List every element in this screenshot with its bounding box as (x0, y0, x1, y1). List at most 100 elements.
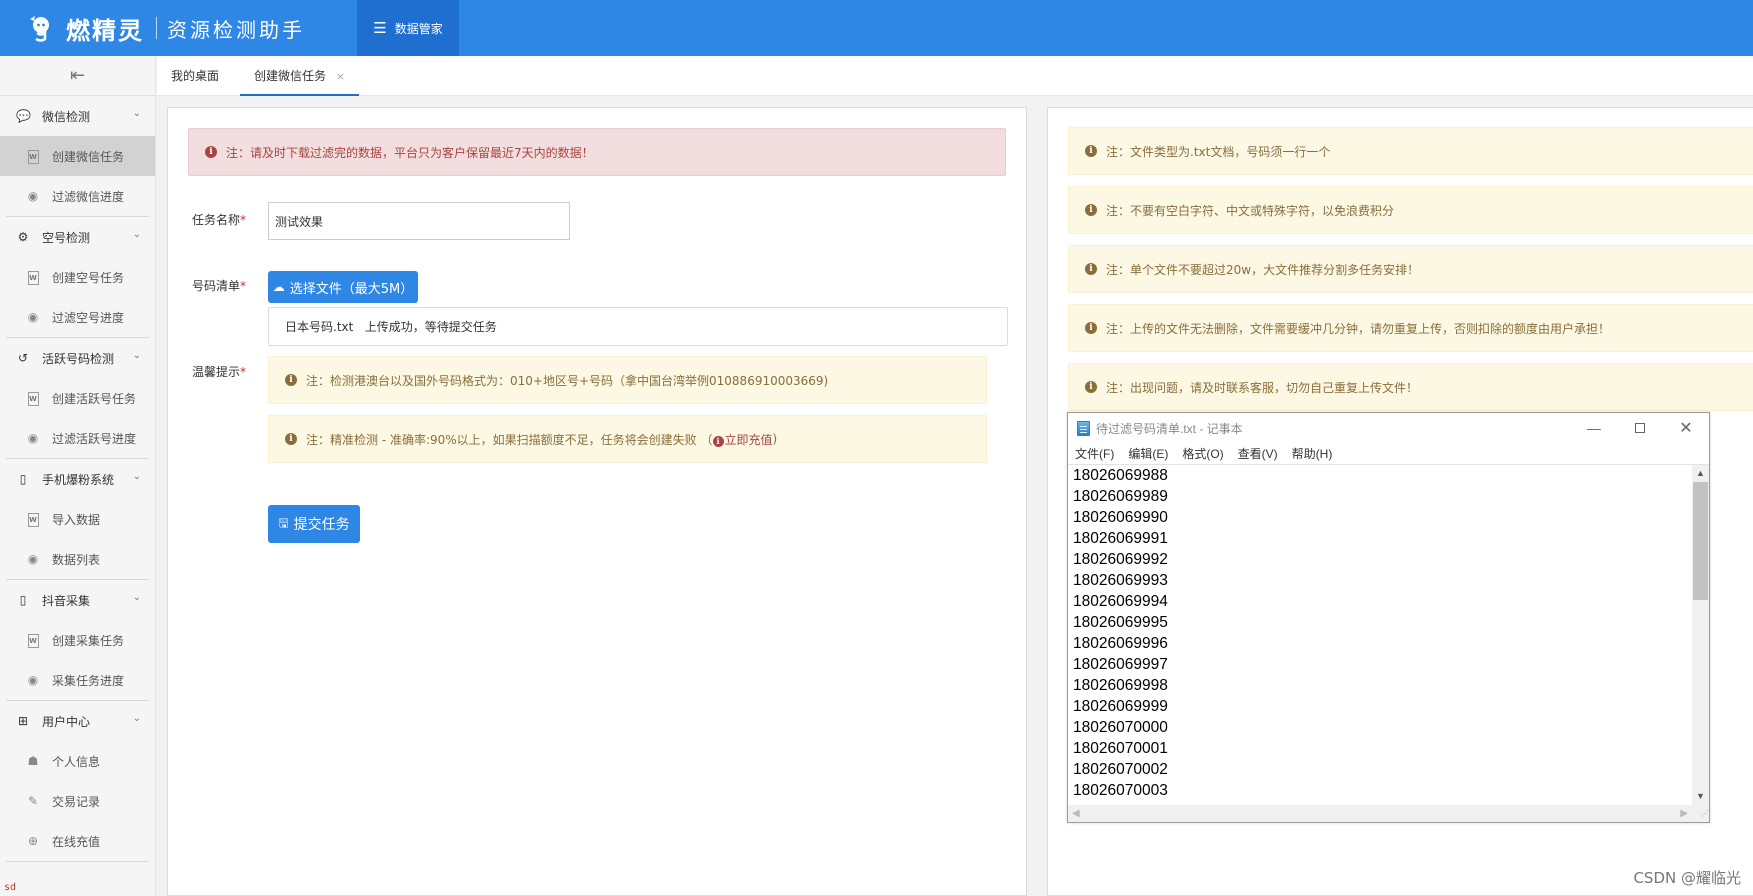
sidebar-item[interactable]: ◉ 过滤空号进度 (0, 297, 155, 337)
sidebar-group-header[interactable]: ▯ 手机爆粉系统 ⌄ (0, 459, 155, 499)
submit-task-button[interactable]: 🖫 提交任务 (268, 505, 360, 543)
tab-my-desktop[interactable]: 我的桌面 (171, 56, 219, 96)
scrollbar-thumb[interactable] (1693, 482, 1708, 600)
sidebar-group: ⊞ 用户中心 ⌄ ☗ 个人信息 ✎ 交易记录 ⊕ 在线充值 (6, 701, 149, 862)
scroll-down-icon[interactable]: ▼ (1692, 788, 1709, 805)
eye-icon: ◉ (27, 310, 39, 324)
close-icon[interactable]: × (336, 70, 345, 83)
recharge-now-link[interactable]: i 立即充值 (712, 431, 773, 448)
tip-text: 注：精准检测 - 准确率:90%以上，如果扫描额度不足，任务将会创建失败 （ (306, 432, 713, 447)
sidebar-item[interactable]: ⊕ 在线充值 (0, 821, 155, 861)
info-circle-icon: i (712, 435, 724, 447)
mobile-icon: ▯ (19, 472, 27, 486)
notepad-text-area[interactable]: 18026069988 18026069989 18026069990 1802606… (1073, 465, 1692, 805)
choose-file-label: 选择文件（最大5M） (289, 281, 414, 297)
notepad-title: 待过滤号码清单.txt - 记事本 (1096, 421, 1243, 436)
horizontal-scrollbar[interactable]: ◀ ▶ (1068, 805, 1692, 822)
chevron-down-icon: ⌄ (132, 229, 141, 240)
scroll-right-icon[interactable]: ▶ (1680, 805, 1688, 822)
logo[interactable]: 燃精灵 资源检测助手 (26, 10, 305, 46)
sidebar-item-label: 数据列表 (52, 552, 101, 567)
note-alert: i 注：出现问题，请及时联系客服，切勿自己重复上传文件！ (1068, 363, 1753, 411)
sidebar-item-label: 过滤活跃号进度 (52, 431, 137, 446)
sidebar-item[interactable]: ✎ 交易记录 (0, 781, 155, 821)
text-line: 18026069989 (1073, 488, 1168, 505)
hamburger-icon: ☰ (373, 19, 387, 37)
sidebar-item[interactable]: W 创建微信任务 (0, 136, 155, 176)
notepad-menu-item[interactable]: 编辑(E) (1128, 445, 1168, 462)
notepad-titlebar[interactable]: 待过滤号码清单.txt - 记事本 — ✕ (1068, 413, 1709, 443)
tab-label: 我的桌面 (171, 69, 220, 83)
sidebar-item[interactable]: W 创建活跃号任务 (0, 378, 155, 418)
sidebar-collapse-button[interactable]: ⇤ (0, 56, 155, 96)
close-icon: ✕ (1679, 420, 1693, 437)
maximize-button[interactable] (1617, 413, 1663, 443)
submit-task-label: 提交任务 (293, 517, 350, 533)
brand-name: 燃精灵 (66, 16, 144, 45)
text-line: 18026069999 (1073, 698, 1168, 715)
sidebar-item[interactable]: W 导入数据 (0, 499, 155, 539)
close-window-button[interactable]: ✕ (1663, 413, 1709, 443)
task-name-input[interactable]: 测试效果 (268, 202, 570, 240)
sidebar-item-label: 采集任务进度 (52, 673, 125, 688)
eye-icon: ◉ (27, 189, 39, 203)
choose-file-button[interactable]: ☁ 选择文件（最大5M） (268, 271, 418, 303)
sidebar-group-label: 用户中心 (42, 714, 91, 729)
sidebar-item-label: 创建活跃号任务 (52, 391, 137, 406)
sidebar-group-header[interactable]: ↺ 活跃号码检测 ⌄ (0, 338, 155, 378)
sidebar-item[interactable]: ◉ 采集任务进度 (0, 660, 155, 700)
sidebar-group-label: 微信检测 (42, 109, 91, 124)
sidebar-group-header[interactable]: ⚙ 空号检测 ⌄ (0, 217, 155, 257)
minimize-button[interactable]: — (1571, 413, 1617, 443)
tab-bar: 我的桌面 创建微信任务 × (157, 56, 1753, 96)
word-doc-icon: W (26, 632, 40, 648)
sidebar: ⇤ 💬 微信检测 ⌄ W 创建微信任务 ◉ 过滤微信进度 ⚙ 空号检测 ⌄ W 创建空号任务 ◉ 过滤空号… (0, 56, 156, 896)
data-manager-menu[interactable]: ☰ 数据管家 (357, 0, 459, 56)
info-circle-icon: i (285, 374, 297, 386)
note-alert: i 注：单个文件不要超过20w，大文件推荐分割多任务安排！ (1068, 245, 1753, 293)
note-text: 注：文件类型为.txt文档，号码须一行一个 (1106, 144, 1331, 159)
vertical-scrollbar[interactable]: ▲ ▼ (1692, 465, 1709, 805)
sidebar-item[interactable]: ☗ 个人信息 (0, 741, 155, 781)
text-line: 18026069988 (1073, 467, 1168, 484)
sidebar-item-label: 在线充值 (52, 834, 101, 849)
notepad-window: 待过滤号码清单.txt - 记事本 — ✕ 文件(F) 编辑(E) 格式(O) 查看(… (1067, 412, 1710, 823)
scroll-left-icon[interactable]: ◀ (1072, 805, 1080, 822)
sidebar-item[interactable]: ◉ 过滤微信进度 (0, 176, 155, 216)
word-doc-icon: W (26, 511, 40, 527)
logo-divider (156, 17, 157, 39)
chevron-down-icon: ⌄ (132, 713, 141, 724)
tips-label: 温馨提示* (166, 363, 246, 380)
notepad-icon (1077, 420, 1090, 436)
label-text: 任务名称 (191, 213, 240, 227)
scroll-up-icon[interactable]: ▲ (1692, 465, 1709, 482)
notepad-menu-item[interactable]: 帮助(H) (1292, 445, 1333, 462)
text-line: 18026069990 (1073, 509, 1168, 526)
sidebar-item-label: 创建采集任务 (52, 633, 125, 648)
tab-create-wechat-task[interactable]: 创建微信任务 × (240, 56, 360, 96)
chevron-down-icon: ⌄ (132, 350, 141, 361)
sidebar-group: ▯ 抖音采集 ⌄ W 创建采集任务 ◉ 采集任务进度 (6, 580, 149, 701)
mobile-icon: ▯ (19, 593, 27, 607)
sidebar-item[interactable]: W 创建空号任务 (0, 257, 155, 297)
top-header: 燃精灵 资源检测助手 ☰ 数据管家 (0, 0, 1753, 56)
required-mark: * (240, 279, 246, 293)
sidebar-group-header[interactable]: ⊞ 用户中心 ⌄ (0, 701, 155, 741)
notepad-menu-item[interactable]: 格式(O) (1182, 445, 1223, 462)
task-form-panel: i 注：请及时下载过滤完的数据，平台只为客户保留最近7天内的数据！ 任务名称* … (167, 107, 1027, 896)
sidebar-item[interactable]: W 创建采集任务 (0, 620, 155, 660)
resize-grip-icon[interactable]: ⋰ (1692, 805, 1709, 822)
sidebar-item[interactable]: ◉ 过滤活跃号进度 (0, 418, 155, 458)
sidebar-group-header[interactable]: ▯ 抖音采集 ⌄ (0, 580, 155, 620)
chevron-down-icon: ⌄ (132, 471, 141, 482)
notepad-menu-item[interactable]: 文件(F) (1075, 445, 1114, 462)
eye-icon: ◉ (27, 673, 39, 687)
sidebar-item[interactable]: ◉ 数据列表 (0, 539, 155, 579)
plus-circle-icon: ⊕ (27, 834, 39, 848)
tip-international-format: i 注：检测港澳台以及国外号码格式为：010+地区号+号码（拿中国台湾举例010… (268, 356, 987, 404)
sidebar-group-header[interactable]: 💬 微信检测 ⌄ (0, 96, 155, 136)
sidebar-group-label: 抖音采集 (42, 593, 91, 608)
save-icon: 🖫 (278, 515, 289, 530)
notepad-menu-item[interactable]: 查看(V) (1238, 445, 1278, 462)
word-doc-icon: W (26, 148, 40, 164)
